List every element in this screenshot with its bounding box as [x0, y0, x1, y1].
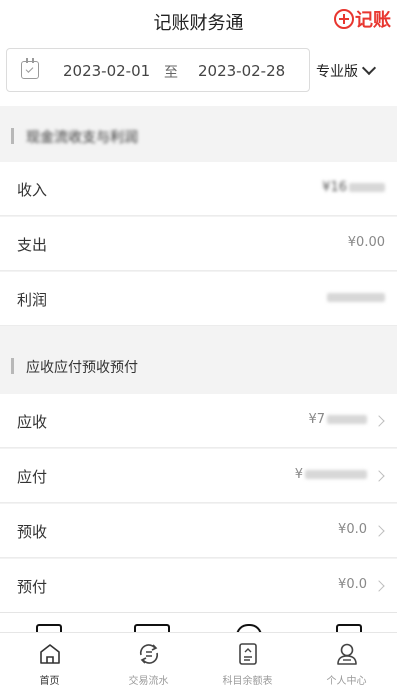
card-icon — [134, 624, 170, 632]
chevron-down-icon — [361, 60, 377, 76]
row-payable[interactable]: 应付 ¥ — [0, 449, 397, 503]
row-expense: 支出 ¥0.00 — [0, 217, 397, 271]
date-separator: 至 — [164, 65, 178, 81]
tab-home[interactable]: 首页 — [0, 633, 99, 688]
edition-dropdown[interactable]: 专业版 — [316, 60, 377, 81]
row-value: ¥0.0 — [338, 577, 367, 592]
add-record-button[interactable]: 记账 — [334, 7, 391, 31]
edit-icon — [36, 624, 62, 632]
row-label: 支出 — [17, 236, 48, 254]
row-label: 收入 — [17, 181, 48, 199]
quick-actions-peek — [0, 612, 397, 632]
tab-account-balance[interactable]: 科目余额表 — [198, 633, 297, 688]
row-value: ¥7 — [308, 412, 367, 427]
tab-label: 科目余额表 — [222, 676, 273, 687]
row-value: ¥0.0 — [338, 522, 367, 537]
row-value: ¥16 — [322, 180, 385, 195]
chevron-right-icon — [373, 470, 385, 482]
row-label: 预收 — [17, 523, 48, 541]
home-icon — [39, 644, 60, 664]
date-range-picker[interactable]: 2023-02-01 至 2023-02-28 — [6, 48, 310, 92]
start-date[interactable]: 2023-02-01 — [63, 62, 150, 80]
section-title: 应收应付预收预付 — [26, 360, 138, 376]
tab-profile[interactable]: 个人中心 — [297, 633, 396, 688]
row-receivable[interactable]: 应收 ¥7 — [0, 394, 397, 448]
exchange-icon — [139, 644, 158, 664]
add-record-label: 记账 — [355, 10, 391, 31]
bottom-tab-bar: 首页 交易流水 科目余额表 个人中心 — [0, 632, 397, 688]
date-filter-bar: 2023-02-01 至 2023-02-28 专业版 — [0, 40, 397, 106]
section-title: 现金流收支与利润 — [26, 130, 138, 146]
chevron-right-icon — [373, 580, 385, 592]
user-icon — [336, 643, 357, 665]
section-marker — [11, 128, 14, 144]
row-value: ¥0.00 — [347, 235, 385, 250]
section-marker — [11, 358, 14, 374]
tab-label: 交易流水 — [128, 676, 169, 687]
document-icon — [336, 624, 362, 632]
calendar-check-icon — [21, 58, 39, 79]
edition-label: 专业版 — [316, 64, 358, 80]
row-income: 收入 ¥16 — [0, 162, 397, 216]
tab-transactions[interactable]: 交易流水 — [99, 633, 198, 688]
row-label: 应收 — [17, 413, 48, 431]
tab-label: 首页 — [39, 676, 60, 687]
end-date[interactable]: 2023-02-28 — [198, 62, 285, 80]
ledger-icon — [238, 643, 257, 665]
app-header: 记账财务通 记账 — [0, 0, 397, 40]
row-advance-paid[interactable]: 预付 ¥0.0 — [0, 559, 397, 613]
row-label: 利润 — [17, 291, 48, 309]
row-label: 预付 — [17, 578, 48, 596]
row-value — [325, 290, 385, 305]
chevron-right-icon — [373, 415, 385, 427]
row-label: 应付 — [17, 468, 48, 486]
row-advance-received[interactable]: 预收 ¥0.0 — [0, 504, 397, 558]
section-header-receivables: 应收应付预收预付 — [0, 338, 397, 392]
plus-circle-icon — [334, 9, 354, 29]
section-header-cashflow: 现金流收支与利润 — [0, 108, 397, 162]
chevron-right-icon — [373, 525, 385, 537]
row-value: ¥ — [295, 467, 367, 482]
tab-label: 个人中心 — [326, 676, 367, 687]
user-group-icon — [236, 624, 262, 632]
row-profit: 利润 — [0, 272, 397, 326]
